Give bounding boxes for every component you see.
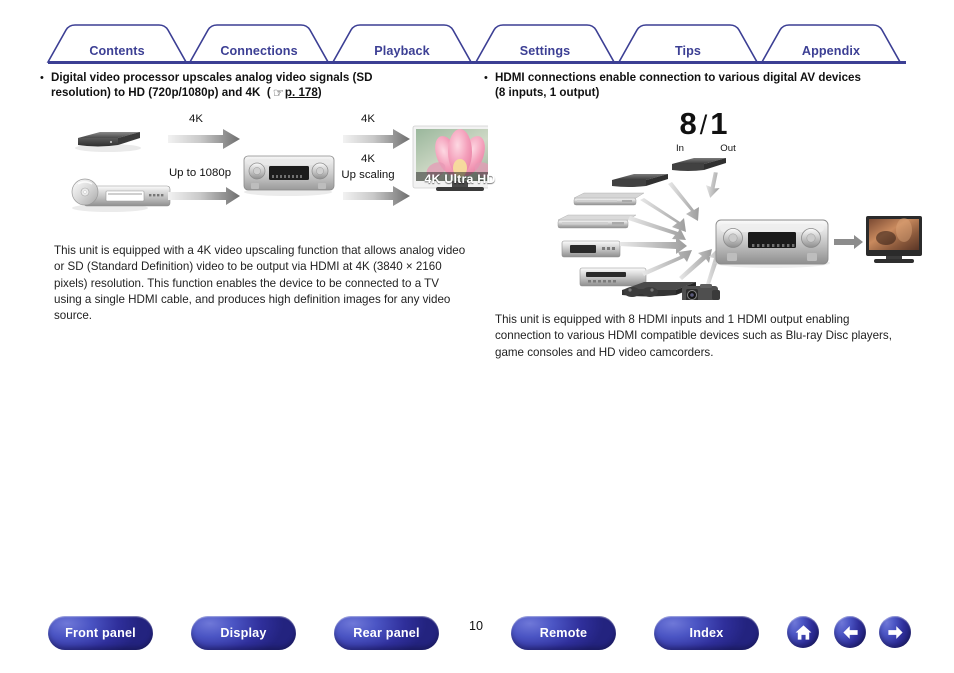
tab-settings[interactable]: Settings <box>520 44 570 58</box>
front-panel-button[interactable]: Front panel <box>48 616 153 650</box>
paren-open: ( <box>266 86 271 100</box>
right-column: • HDMI connections enable connection to … <box>484 70 924 359</box>
ratio-sublabels: In Out <box>484 143 924 154</box>
hdmi-connections-diagram <box>544 158 924 304</box>
front-panel-label: Front panel <box>65 626 136 640</box>
upscaling-diagram: 4K Ultra HD 4K Up to 1080p 4K 4K Up scal… <box>48 112 508 222</box>
hdmi-output-arrow <box>834 235 863 249</box>
source-device-camcorder-icon <box>682 284 720 304</box>
arrow-4k-in <box>168 129 240 149</box>
ratio-numbers: 8/1 <box>484 108 924 139</box>
ratio-inputs: 8 <box>679 106 698 141</box>
source-device-5-icon <box>561 240 621 258</box>
hdmi-input-arrows <box>620 172 726 284</box>
tab-connections[interactable]: Connections <box>220 44 297 58</box>
display-button[interactable]: Display <box>191 616 296 650</box>
back-button[interactable] <box>834 616 866 648</box>
ratio-in-label: In <box>675 143 684 154</box>
bullet-dot-icon: • <box>40 72 44 84</box>
source-device-dvd-icon <box>71 178 171 212</box>
remote-label: Remote <box>539 626 588 640</box>
label-4k-upscale: 4K <box>361 153 375 165</box>
source-device-6-icon <box>579 267 647 287</box>
upscaling-diagram-art <box>71 125 508 212</box>
hdmi-connections-art <box>557 158 922 304</box>
av-receiver-icon <box>243 155 335 196</box>
rear-panel-label: Rear panel <box>353 626 420 640</box>
top-tab-bar: Contents Connections Playback Settings T… <box>0 18 954 64</box>
arrow-left-icon <box>842 625 858 639</box>
bullet-dot-icon: • <box>484 72 488 84</box>
rear-panel-button[interactable]: Rear panel <box>334 616 439 650</box>
home-button[interactable] <box>787 616 819 648</box>
index-button[interactable]: Index <box>654 616 759 650</box>
left-bullet-text: Digital video processor upscales analog … <box>51 71 373 100</box>
source-device-3-icon <box>573 192 645 206</box>
av-receiver-icon <box>714 219 830 268</box>
arrow-4k-out <box>343 129 410 149</box>
tv-caption-4k-ultra-hd: 4K Ultra HD <box>424 172 496 186</box>
remote-button[interactable]: Remote <box>511 616 616 650</box>
source-device-4-icon <box>557 214 637 229</box>
label-4k-in: 4K <box>189 113 203 125</box>
label-4k-out: 4K <box>361 113 375 125</box>
right-bullet-text: HDMI connections enable connection to va… <box>495 71 861 100</box>
source-device-bluray-icon <box>75 132 141 152</box>
arrow-right-icon <box>887 625 903 639</box>
left-bullet-item: • Digital video processor upscales analo… <box>40 70 490 100</box>
ratio-out-label: Out <box>720 143 736 154</box>
tab-appendix[interactable]: Appendix <box>802 44 860 58</box>
tab-tips[interactable]: Tips <box>675 44 701 58</box>
forward-button[interactable] <box>879 616 911 648</box>
tv-output-icon <box>866 216 922 263</box>
tab-contents[interactable]: Contents <box>89 44 144 58</box>
home-icon <box>795 624 811 640</box>
arrow-upscaling-out <box>343 186 410 206</box>
display-label: Display <box>220 626 267 640</box>
left-link-ref[interactable]: (☞p. 178) <box>260 86 322 101</box>
source-device-1-icon <box>672 158 726 171</box>
label-up-scaling: Up scaling <box>341 169 395 181</box>
hdmi-io-ratio: 8/1 In Out <box>484 108 924 154</box>
right-bullet-item: • HDMI connections enable connection to … <box>484 70 924 100</box>
paren-close: ) <box>317 86 322 100</box>
page-link[interactable]: p. 178 <box>285 86 318 99</box>
label-up-to-1080p: Up to 1080p <box>168 167 232 179</box>
tab-playback[interactable]: Playback <box>374 44 429 58</box>
right-paragraph: This unit is equipped with 8 HDMI inputs… <box>495 313 892 359</box>
index-label: Index <box>689 626 724 640</box>
bottom-navigation-bar: Front panel Display Rear panel Remote In… <box>0 616 954 656</box>
ratio-slash: / <box>699 110 709 140</box>
left-bullet-text-wrap: Digital video processor upscales analog … <box>51 70 411 100</box>
pointing-hand-icon: ☞ <box>272 86 284 101</box>
source-device-2-icon <box>612 174 668 187</box>
ratio-outputs: 1 <box>710 106 729 141</box>
left-paragraph: This unit is equipped with a 4K video up… <box>54 244 466 323</box>
arrow-1080p-in <box>168 187 240 205</box>
left-column: • Digital video processor upscales analo… <box>40 70 508 322</box>
